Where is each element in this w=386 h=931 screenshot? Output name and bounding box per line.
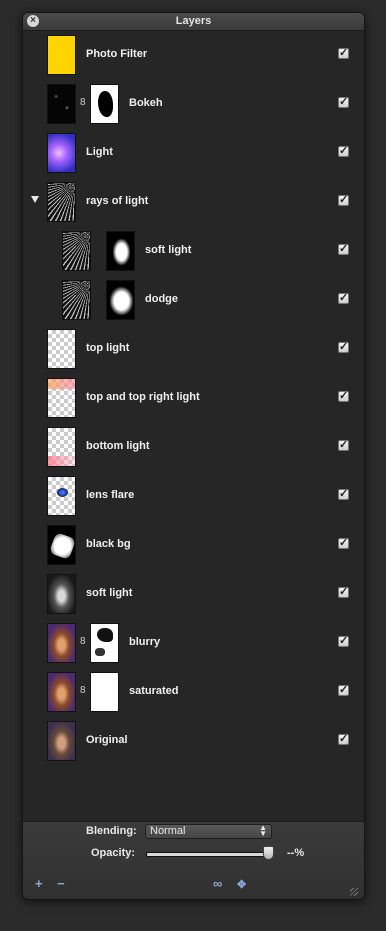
layer-thumbnail: [47, 35, 76, 75]
layer-name: saturated: [129, 685, 179, 697]
layer-row-top-and-top-right-light[interactable]: top and top right light ✓: [23, 374, 364, 423]
blending-mode-value: Normal: [150, 825, 186, 837]
layer-thumbnail: [47, 84, 76, 124]
layer-name: bottom light: [86, 440, 150, 452]
title-bar[interactable]: × Layers: [23, 13, 364, 31]
layer-name: top light: [86, 342, 130, 354]
layer-row-blurry[interactable]: 8 blurry ✓: [23, 619, 364, 668]
panel-title: Layers: [175, 15, 212, 27]
layer-name: Light: [86, 146, 113, 158]
layer-row-black-bg[interactable]: black bg ✓: [23, 521, 364, 570]
layer-name: black bg: [86, 538, 131, 550]
layer-row-original[interactable]: Original ✓: [23, 717, 364, 766]
layer-name: soft light: [145, 244, 192, 256]
layer-thumbnail: [62, 231, 91, 271]
layer-mask-thumbnail: [90, 623, 119, 663]
layer-row-bokeh[interactable]: 8 Bokeh ✓: [23, 80, 364, 129]
layer-thumbnail: [47, 427, 76, 467]
opacity-label: Opacity:: [91, 847, 136, 859]
layer-name: top and top right light: [86, 391, 200, 403]
visibility-checkbox[interactable]: ✓: [338, 146, 349, 157]
layer-name: Photo Filter: [86, 48, 148, 60]
opacity-slider-knob[interactable]: [263, 846, 274, 860]
visibility-checkbox[interactable]: ✓: [338, 97, 349, 108]
opacity-value: --%: [287, 847, 305, 859]
layer-name: blurry: [129, 636, 161, 648]
visibility-checkbox[interactable]: ✓: [338, 734, 349, 745]
layer-options-footer: Blending: Normal ▲ ▼ Opacity: --% + − ∞ ✥: [23, 821, 364, 899]
layer-name: Bokeh: [129, 97, 163, 109]
layer-row-saturated[interactable]: 8 saturated ✓: [23, 668, 364, 717]
layer-name: dodge: [145, 293, 178, 305]
layer-thumbnail: [47, 721, 76, 761]
disclosure-triangle-icon[interactable]: [31, 196, 39, 203]
layer-thumbnail: [62, 280, 91, 320]
layer-thumbnail: [47, 525, 76, 565]
visibility-checkbox[interactable]: ✓: [338, 244, 349, 255]
layer-name: lens flare: [86, 489, 135, 501]
layer-mask-thumbnail: [90, 672, 119, 712]
layer-thumbnail: [47, 378, 76, 418]
layer-mask-thumbnail: [106, 280, 135, 320]
layers-panel: × Layers Photo Filter ✓ 8 Bokeh ✓ Light …: [22, 12, 365, 900]
layer-group-rays-of-light[interactable]: rays of light ✓: [23, 178, 364, 227]
layer-thumbnail: [47, 623, 76, 663]
layer-name: rays of light: [86, 195, 149, 207]
layer-mask-thumbnail: [106, 231, 135, 271]
layer-name: Original: [86, 734, 128, 746]
visibility-checkbox[interactable]: ✓: [338, 391, 349, 402]
move-icon[interactable]: ✥: [237, 878, 246, 891]
visibility-checkbox[interactable]: ✓: [338, 685, 349, 696]
layer-row-soft-light[interactable]: soft light ✓: [23, 570, 364, 619]
visibility-checkbox[interactable]: ✓: [338, 538, 349, 549]
layer-thumbnail: [47, 133, 76, 173]
layer-row-top-light[interactable]: top light ✓: [23, 325, 364, 374]
visibility-checkbox[interactable]: ✓: [338, 636, 349, 647]
select-arrows-icon: ▲ ▼: [259, 823, 267, 838]
layer-row-lens-flare[interactable]: lens flare ✓: [23, 472, 364, 521]
visibility-checkbox[interactable]: ✓: [338, 440, 349, 451]
visibility-checkbox[interactable]: ✓: [338, 587, 349, 598]
visibility-checkbox[interactable]: ✓: [338, 342, 349, 353]
layer-row-bottom-light[interactable]: bottom light ✓: [23, 423, 364, 472]
link-layers-icon[interactable]: ∞: [213, 876, 222, 891]
layer-row-light[interactable]: Light ✓: [23, 129, 364, 178]
layer-thumbnail: [47, 574, 76, 614]
layer-row-photo-filter[interactable]: Photo Filter ✓: [23, 31, 364, 80]
blending-mode-select[interactable]: Normal ▲ ▼: [145, 824, 272, 839]
blending-label: Blending:: [86, 825, 137, 837]
visibility-checkbox[interactable]: ✓: [338, 293, 349, 304]
mask-link-icon: 8: [80, 685, 86, 696]
visibility-checkbox[interactable]: ✓: [338, 489, 349, 500]
mask-link-icon: 8: [80, 636, 86, 647]
mask-link-icon: 8: [80, 97, 86, 108]
layer-name: soft light: [86, 587, 133, 599]
add-layer-icon[interactable]: +: [35, 876, 43, 891]
resize-grip-icon[interactable]: [350, 888, 358, 896]
layer-thumbnail: [47, 182, 76, 222]
visibility-checkbox[interactable]: ✓: [338, 48, 349, 59]
layer-row-soft-light-child[interactable]: soft light ✓: [23, 227, 364, 276]
visibility-checkbox[interactable]: ✓: [338, 195, 349, 206]
layer-thumbnail: [47, 329, 76, 369]
layer-mask-thumbnail: [90, 84, 119, 124]
layer-thumbnail: [47, 476, 76, 516]
layer-thumbnail: [47, 672, 76, 712]
opacity-slider[interactable]: [146, 852, 273, 857]
remove-layer-icon[interactable]: −: [57, 876, 65, 891]
layer-list: Photo Filter ✓ 8 Bokeh ✓ Light ✓ rays of…: [23, 31, 364, 821]
layer-row-dodge[interactable]: dodge ✓: [23, 276, 364, 325]
